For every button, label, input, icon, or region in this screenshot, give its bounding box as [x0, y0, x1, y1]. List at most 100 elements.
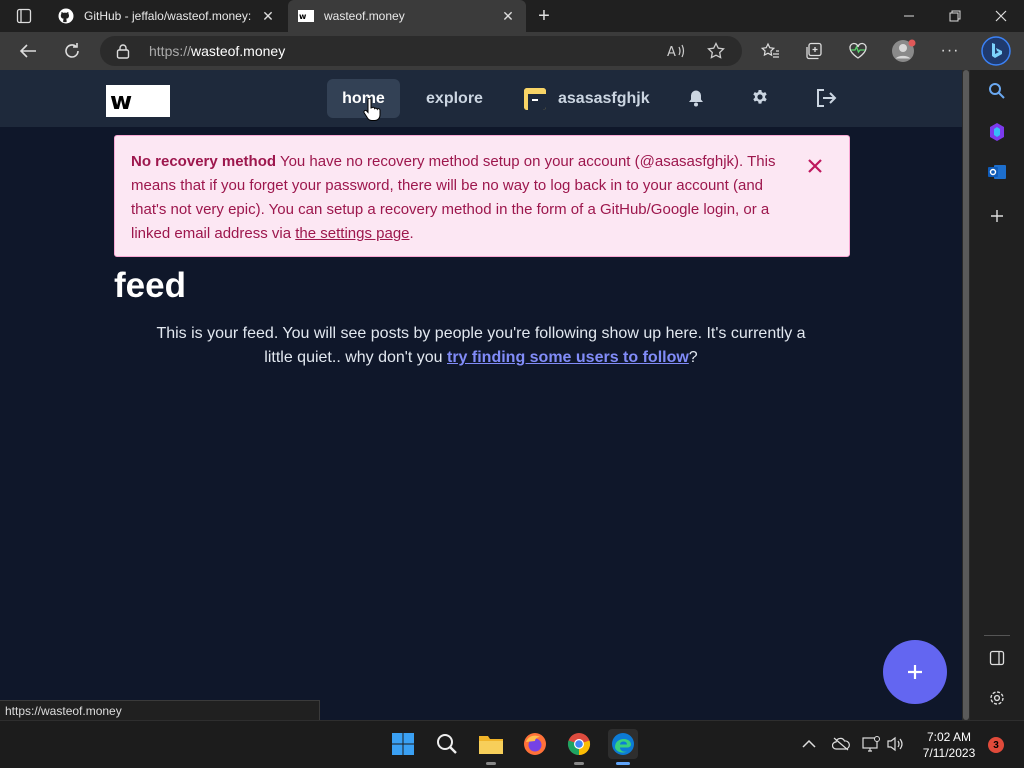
edge-button[interactable] [608, 729, 638, 765]
onedrive-button[interactable] [832, 735, 850, 753]
profile-button[interactable] [888, 35, 920, 67]
close-icon [808, 159, 822, 173]
chrome-icon [567, 733, 591, 756]
tab-github[interactable]: GitHub - jeffalo/wasteof.money: ✕ [48, 0, 286, 32]
plus-icon: + [538, 4, 550, 27]
collections-button[interactable] [798, 35, 830, 67]
address-bar[interactable]: https://wasteof.money A [100, 36, 742, 66]
nav-profile[interactable]: asasasfghjk [524, 79, 650, 118]
firefox-icon [524, 733, 546, 755]
start-button[interactable] [388, 729, 418, 759]
site-logo[interactable]: w [106, 85, 170, 117]
chrome-button[interactable] [564, 729, 594, 765]
plus-icon [991, 210, 1003, 222]
network-button[interactable] [862, 735, 880, 753]
scrollbar-thumb[interactable] [963, 70, 969, 720]
windows-logo-icon [392, 733, 414, 755]
tab-wasteof[interactable]: w wasteof.money ✕ [288, 0, 526, 32]
site-navbar: w home explore asasasfghjk [0, 70, 962, 127]
new-tab-button[interactable]: + [532, 4, 556, 28]
collections-icon [806, 42, 822, 60]
profile-avatar-icon [892, 39, 916, 62]
file-explorer-button[interactable] [476, 729, 506, 765]
active-indicator [616, 762, 630, 765]
url-protocol: https:// [149, 43, 192, 59]
sidebar-search-button[interactable] [985, 79, 1009, 103]
restore-icon [949, 10, 961, 22]
running-indicator [486, 762, 496, 765]
page-scrollbar[interactable] [962, 70, 970, 720]
split-panel-icon [989, 650, 1005, 666]
page-viewport: w home explore asasasfghjk No recovery m… [0, 70, 962, 720]
alert-close-button[interactable] [807, 158, 823, 174]
plus-icon [908, 665, 922, 679]
tab-close-icon[interactable]: ✕ [500, 8, 516, 24]
favorite-star-icon[interactable] [706, 42, 726, 60]
feed-empty-message: This is your feed. You will see posts by… [150, 322, 812, 370]
outlook-icon [988, 165, 1006, 179]
recovery-alert: No recovery method You have no recovery … [114, 135, 850, 257]
new-post-button[interactable] [883, 640, 947, 704]
back-button[interactable] [12, 35, 44, 67]
gear-icon [990, 691, 1004, 705]
edge-icon [612, 733, 634, 755]
gear-icon [753, 90, 767, 104]
alert-title: No recovery method [131, 153, 277, 170]
copilot-icon [990, 123, 1004, 141]
windows-taskbar: 7:02 AM 7/11/2023 3 [0, 720, 1024, 768]
hand-cursor-icon [363, 98, 381, 121]
chevron-up-icon [802, 739, 816, 748]
browser-tabstrip: GitHub - jeffalo/wasteof.money: ✕ w wast… [0, 0, 1024, 32]
favorites-list-icon [760, 42, 779, 58]
volume-button[interactable] [886, 735, 904, 753]
tab-title: wasteof.money [324, 9, 405, 23]
tab-title: GitHub - jeffalo/wasteof.money: [84, 9, 252, 23]
url-host: wasteof.money [191, 43, 286, 59]
taskbar-search-button[interactable] [432, 729, 462, 759]
tab-close-icon[interactable]: ✕ [260, 8, 276, 24]
sidebar-add-button[interactable] [985, 204, 1009, 228]
refresh-button[interactable] [56, 35, 88, 67]
minimize-button[interactable] [886, 0, 932, 32]
logout-icon [817, 89, 837, 107]
bing-chat-button[interactable] [980, 35, 1012, 67]
settings-button[interactable] [750, 88, 770, 108]
settings-more-button[interactable]: ··· [934, 35, 966, 67]
taskbar-clock[interactable]: 7:02 AM 7/11/2023 [912, 729, 986, 761]
notifications-button[interactable] [686, 88, 706, 108]
github-icon [58, 8, 74, 24]
minimize-icon [904, 15, 914, 17]
tab-actions-button[interactable] [8, 4, 40, 28]
browser-essentials-button[interactable] [842, 35, 874, 67]
notification-badge[interactable]: 3 [988, 737, 1004, 753]
svg-text:A: A [667, 45, 676, 59]
sidebar-copilot-button[interactable] [985, 120, 1009, 144]
speaker-icon [887, 736, 903, 752]
sidebar-divider [984, 635, 1010, 636]
read-aloud-icon[interactable]: A [666, 42, 686, 60]
sidebar-layout-button[interactable] [985, 646, 1009, 670]
username: asasasfghjk [558, 89, 650, 107]
firefox-button[interactable] [520, 729, 550, 759]
lock-icon[interactable] [116, 43, 130, 64]
alert-end: . [409, 225, 414, 242]
close-icon [995, 10, 1007, 22]
network-icon [862, 736, 880, 752]
close-window-button[interactable] [978, 0, 1024, 32]
address-url[interactable]: https://wasteof.money [149, 43, 285, 59]
settings-page-link[interactable]: the settings page [295, 225, 409, 242]
sidebar-outlook-button[interactable] [985, 160, 1009, 184]
restore-button[interactable] [932, 0, 978, 32]
tab-actions-icon [16, 8, 32, 24]
search-icon [989, 83, 1005, 99]
nav-explore[interactable]: explore [418, 79, 491, 118]
feed-end: ? [688, 349, 698, 366]
show-hidden-icons-button[interactable] [800, 735, 818, 753]
logout-button[interactable] [814, 88, 838, 108]
search-icon [437, 734, 457, 754]
sidebar-settings-button[interactable] [985, 686, 1009, 710]
favorites-button[interactable] [754, 35, 786, 67]
browser-toolbar: https://wasteof.money A ··· [0, 32, 1024, 70]
cloud-offline-icon [832, 737, 850, 751]
find-users-link[interactable]: try finding some users to follow [447, 349, 689, 366]
